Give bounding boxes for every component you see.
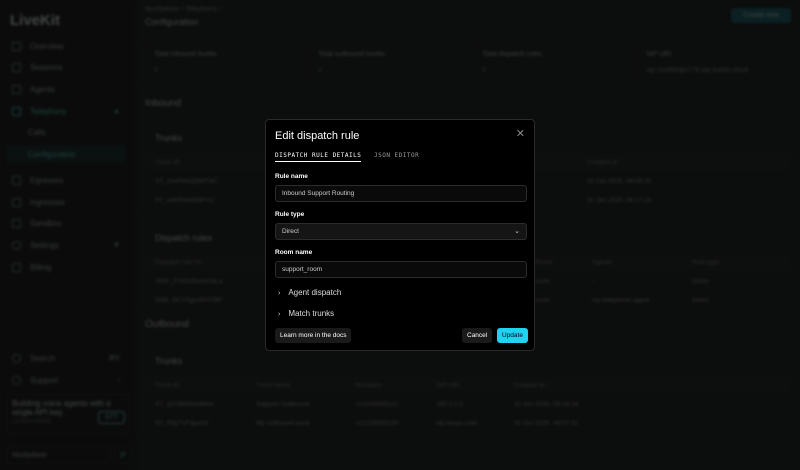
chevron-down-icon: ⌄ [514, 228, 520, 235]
rule-type-label: Rule type [275, 211, 305, 218]
close-icon[interactable]: ✕ [516, 127, 525, 140]
dialog-title: Edit dispatch rule [275, 130, 360, 142]
agent-dispatch-expander[interactable]: › Agent dispatch [278, 288, 341, 297]
cancel-button[interactable]: Cancel [462, 328, 493, 343]
rule-type-select[interactable]: Direct ⌄ [275, 223, 527, 240]
rule-type-value: Direct [282, 228, 299, 235]
rule-name-input[interactable]: Inbound Support Routing [275, 185, 527, 202]
expander-label: Match trunks [288, 309, 335, 318]
update-button[interactable]: Update [497, 328, 528, 343]
room-name-label: Room name [275, 249, 313, 256]
chevron-right-icon: › [278, 311, 281, 318]
rule-name-label: Rule name [275, 173, 308, 180]
tab-json-editor[interactable]: JSON EDITOR [374, 152, 419, 159]
edit-dispatch-rule-dialog: Edit dispatch rule ✕ DISPATCH RULE DETAI… [265, 119, 535, 351]
room-name-input[interactable]: support_room [275, 261, 527, 278]
chevron-right-icon: › [278, 290, 281, 297]
tab-dispatch-rule-details[interactable]: DISPATCH RULE DETAILS [275, 152, 362, 162]
match-trunks-expander[interactable]: › Match trunks [278, 309, 334, 318]
expander-label: Agent dispatch [288, 288, 342, 297]
learn-more-docs-button[interactable]: Learn more in the docs [275, 328, 352, 343]
